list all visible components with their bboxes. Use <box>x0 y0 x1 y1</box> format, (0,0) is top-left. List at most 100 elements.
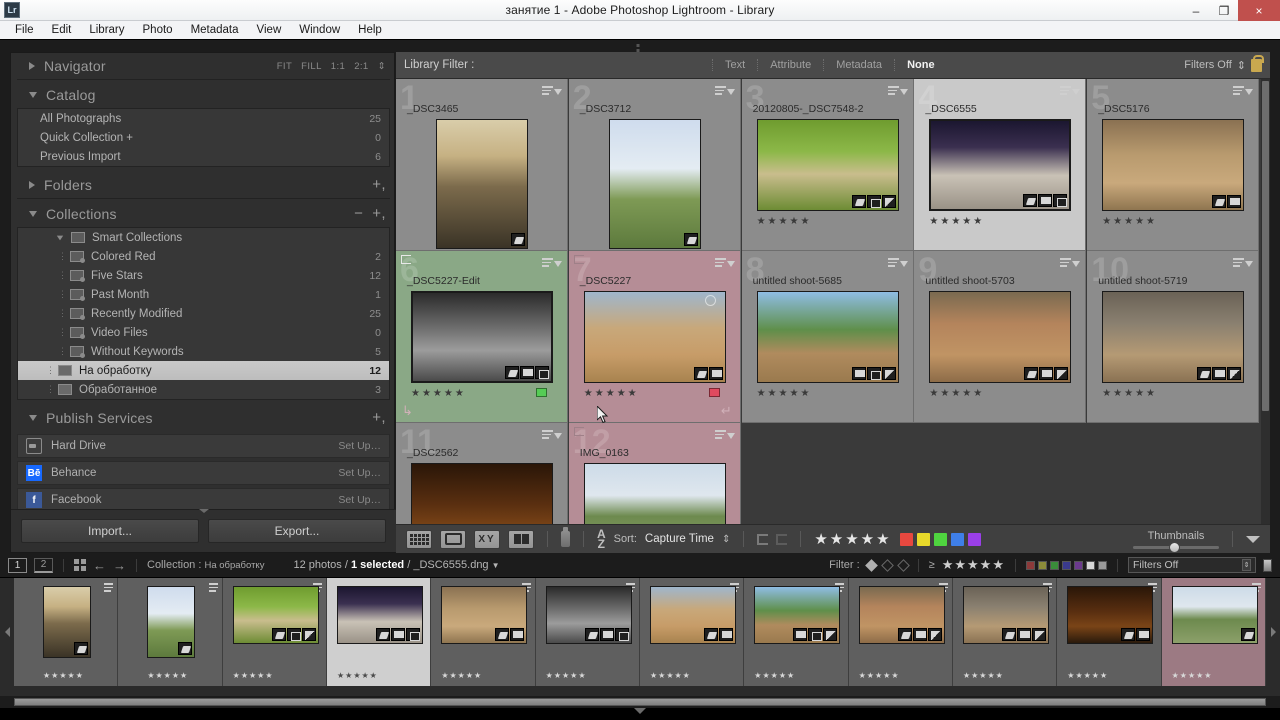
filmstrip-thumb[interactable]: ★★★★★ <box>431 578 536 686</box>
chevron-down-icon[interactable] <box>1246 535 1260 543</box>
catalog-header[interactable]: Catalog <box>11 82 396 108</box>
grid-cell[interactable]: 9 untitled shoot-5703 ★★★★★ <box>914 251 1087 423</box>
cell-rating[interactable]: ★★★★★ <box>411 388 466 399</box>
navigator-header[interactable]: Navigator FIT FILL 1:1 2:1 ⇕ <box>11 53 396 79</box>
photo-thumbnail[interactable] <box>649 586 736 644</box>
photo-thumbnail[interactable] <box>1102 291 1245 383</box>
cell-rating[interactable]: ★★★★★ <box>757 388 812 399</box>
cell-rating[interactable]: ★★★★★ <box>929 388 984 399</box>
publish-service-setup[interactable]: Set Up… <box>338 494 381 506</box>
rotate-right-icon[interactable]: ↵ <box>721 403 732 419</box>
filmstrip-thumb[interactable]: ★★★★★ <box>952 578 1058 686</box>
panel-resize-handle-icon[interactable] <box>198 509 209 513</box>
flag-icon[interactable] <box>401 255 411 264</box>
keyword-badge-icon[interactable] <box>851 195 866 208</box>
filter-color-swatch[interactable] <box>1074 560 1083 570</box>
color-label-swatch[interactable] <box>916 532 930 546</box>
photo-thumbnail[interactable] <box>583 463 726 524</box>
keyword-badge-icon[interactable] <box>693 367 708 380</box>
filmstrip-thumb[interactable]: ★★★★★ <box>535 578 640 686</box>
sort-value[interactable]: Capture Time <box>645 533 714 545</box>
develop-badge-icon[interactable] <box>881 195 896 208</box>
crop-badge-icon[interactable] <box>535 366 549 379</box>
photo-thumbnail[interactable] <box>411 291 553 383</box>
photo-thumbnail[interactable] <box>1171 586 1258 644</box>
metadata-badge-icon[interactable] <box>1227 195 1242 208</box>
lock-icon[interactable] <box>1251 54 1264 72</box>
menu-photo[interactable]: Photo <box>134 21 182 40</box>
drag-handle-icon[interactable]: ⋮⋮ <box>58 346 76 357</box>
forward-arrow-icon[interactable]: → <box>113 558 126 573</box>
cell-expand-icon[interactable] <box>1233 256 1254 269</box>
screen-1-button[interactable]: 1 <box>8 557 27 573</box>
keyword-badge-icon[interactable] <box>897 628 912 641</box>
grid-icon[interactable] <box>74 559 86 571</box>
metadata-badge-icon[interactable] <box>1212 367 1227 380</box>
publish-services-header[interactable]: Publish Services +, <box>11 405 396 431</box>
folders-header[interactable]: Folders +, <box>11 172 396 198</box>
color-label-indicator[interactable] <box>536 388 547 397</box>
photo-thumbnail[interactable] <box>545 586 632 644</box>
filters-off-label[interactable]: Filters Off <box>1184 59 1231 71</box>
rating-stars[interactable]: ★★★★★ <box>814 530 891 548</box>
metadata-badge-icon[interactable] <box>1016 628 1031 641</box>
keyword-badge-icon[interactable] <box>1212 195 1227 208</box>
cell-rating[interactable]: ★★★★★ <box>757 216 812 227</box>
filters-off-select[interactable]: Filters Off ⇕ <box>1128 557 1256 573</box>
photo-thumbnail[interactable] <box>929 291 1072 383</box>
keyword-badge-icon[interactable] <box>271 628 286 641</box>
filter-color-swatch[interactable] <box>1098 560 1107 570</box>
metadata-badge-icon[interactable] <box>851 367 866 380</box>
chevron-right-icon[interactable] <box>29 62 35 70</box>
flag-reject-icon[interactable] <box>896 558 910 572</box>
grid-cell[interactable]: 1_DSC3465★★★★★ <box>396 79 568 265</box>
grid-cell[interactable]: 6 _DSC5227-Edit ★★★★★ ↳ <box>396 251 568 423</box>
smart-collection-item[interactable]: ⋮⋮ Video Files 0 <box>18 323 389 342</box>
photo-thumbnail[interactable] <box>962 586 1049 644</box>
add-collection-icon[interactable]: +, <box>372 206 386 221</box>
menu-library[interactable]: Library <box>80 21 133 40</box>
filter-tab-attribute[interactable]: Attribute <box>757 59 823 71</box>
remove-collection-icon[interactable]: − <box>354 206 363 221</box>
keyword-badge-icon[interactable] <box>1001 628 1016 641</box>
filmstrip-thumb[interactable]: ★★★★★ <box>118 578 223 686</box>
metadata-badge-icon[interactable] <box>793 628 808 641</box>
survey-view-icon[interactable] <box>508 529 534 549</box>
smart-collection-item[interactable]: ⋮⋮ Five Stars 12 <box>18 266 389 285</box>
filter-color-swatch[interactable] <box>1050 560 1059 570</box>
cell-expand-icon[interactable] <box>1233 84 1254 97</box>
develop-badge-icon[interactable] <box>1031 628 1046 641</box>
metadata-badge-icon[interactable] <box>718 628 733 641</box>
grid-view-icon[interactable] <box>406 529 432 549</box>
flag-icon[interactable] <box>573 255 584 264</box>
filmstrip-thumb[interactable]: ★★★★★ <box>744 578 849 686</box>
chevron-down-icon[interactable] <box>56 235 64 240</box>
loupe-view-icon[interactable] <box>440 529 466 549</box>
photo-thumbnail[interactable] <box>756 291 899 383</box>
sort-stepper-icon[interactable]: ⇕ <box>722 534 730 545</box>
photo-thumbnail[interactable] <box>1102 119 1245 211</box>
cell-expand-icon[interactable] <box>542 84 562 97</box>
source-value[interactable]: На обработку <box>204 560 264 571</box>
filter-color-swatch[interactable] <box>1026 560 1035 570</box>
flag-icon[interactable] <box>573 427 584 436</box>
grid-cell[interactable]: 2_DSC3712★★★★★ <box>568 79 741 265</box>
photo-thumbnail[interactable] <box>756 119 899 211</box>
filter-color-swatch[interactable] <box>1062 560 1071 570</box>
metadata-badge-icon[interactable] <box>1039 367 1054 380</box>
crop-badge-icon[interactable] <box>614 628 629 641</box>
metadata-badge-icon[interactable] <box>599 628 614 641</box>
filmstrip-thumb[interactable]: ★★★★★ <box>1057 578 1162 686</box>
keyword-badge-icon[interactable] <box>584 628 599 641</box>
cell-expand-icon[interactable] <box>714 256 735 269</box>
collection-item[interactable]: ⋮⋮ Обработанное 3 <box>18 380 389 399</box>
cell-expand-icon[interactable] <box>542 428 562 441</box>
menu-view[interactable]: View <box>248 21 291 40</box>
metadata-badge-icon[interactable] <box>1038 194 1053 207</box>
zoom-fill[interactable]: FILL <box>301 61 322 72</box>
develop-badge-icon[interactable] <box>1227 367 1242 380</box>
keyword-badge-icon[interactable] <box>1197 367 1212 380</box>
collections-header[interactable]: Collections − +, <box>11 201 396 227</box>
cell-expand-icon[interactable] <box>542 256 562 269</box>
compare-view-icon[interactable]: XY <box>474 529 500 549</box>
